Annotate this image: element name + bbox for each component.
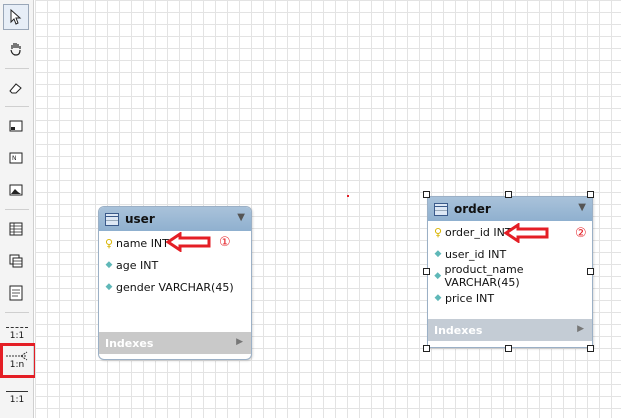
hand-tool[interactable] <box>3 36 29 62</box>
column-product-name[interactable]: ◆ product_name VARCHAR(45) <box>428 263 592 289</box>
stray-dot <box>347 195 349 197</box>
diamond-icon: ◆ <box>434 293 442 303</box>
resize-handle-w[interactable] <box>423 268 430 275</box>
diamond-icon: ◆ <box>105 282 113 292</box>
indexes-section[interactable]: Indexes ▶ <box>428 319 592 341</box>
layer-tool[interactable] <box>3 113 29 139</box>
image-tool[interactable] <box>3 177 29 203</box>
annotation-arrow-1 <box>166 232 211 252</box>
highlight-box <box>0 343 37 378</box>
new-view-icon <box>9 254 23 268</box>
table-icon <box>434 202 448 216</box>
collapse-arrow-icon[interactable]: ▼ <box>578 202 586 213</box>
note-tool[interactable]: N <box>3 145 29 171</box>
relation-1-1-identifying-tool[interactable]: 1:1 <box>3 385 31 411</box>
collapse-arrow-icon[interactable]: ▼ <box>237 212 245 223</box>
entity-user-header[interactable]: user ▼ <box>99 207 251 231</box>
key-icon: ♀ <box>434 225 443 239</box>
resize-handle-nw[interactable] <box>423 191 430 198</box>
new-routine-tool[interactable] <box>3 280 29 306</box>
column-gender[interactable]: ◆ gender VARCHAR(45) <box>99 276 251 298</box>
expand-arrow-icon[interactable]: ▶ <box>577 324 584 334</box>
diamond-icon: ◆ <box>434 271 442 281</box>
resize-handle-e[interactable] <box>587 268 594 275</box>
indexes-label: Indexes <box>105 336 154 350</box>
entity-user[interactable]: user ▼ ♀ name INT ◆ age INT ◆ gender VAR… <box>98 206 252 360</box>
column-user-id[interactable]: ◆ user_id INT <box>428 243 592 265</box>
resize-handle-n[interactable] <box>505 191 512 198</box>
expand-arrow-icon[interactable]: ▶ <box>236 337 243 347</box>
eraser-tool[interactable] <box>3 75 29 101</box>
relation-1-1-identifying-label: 1:1 <box>9 395 25 405</box>
column-age[interactable]: ◆ age INT <box>99 254 251 276</box>
entity-order-header[interactable]: order ▼ <box>428 197 592 221</box>
column-label: product_name VARCHAR(45) <box>444 263 524 289</box>
entity-user-title: user <box>125 212 155 226</box>
svg-text:N: N <box>12 155 17 162</box>
pointer-icon <box>10 9 22 25</box>
image-icon <box>9 184 23 196</box>
annotation-arrow-2 <box>504 223 549 243</box>
indexes-label: Indexes <box>434 323 483 337</box>
column-price[interactable]: ◆ price INT <box>428 287 592 309</box>
resize-handle-ne[interactable] <box>587 191 594 198</box>
column-label: age INT <box>116 258 159 272</box>
entity-order-title: order <box>454 202 491 216</box>
key-icon: ♀ <box>105 236 114 250</box>
resize-handle-sw[interactable] <box>423 345 430 352</box>
entity-order[interactable]: order ▼ ♀ order_id INT ◆ user_id INT ◆ p… <box>427 196 593 348</box>
resize-handle-s[interactable] <box>505 345 512 352</box>
new-table-icon <box>9 222 23 236</box>
note-icon: N <box>9 152 23 164</box>
annotation-marker-1: ① <box>219 235 231 250</box>
table-icon <box>105 212 119 226</box>
column-label: user_id INT <box>445 247 507 261</box>
layer-icon <box>9 120 23 132</box>
indexes-section[interactable]: Indexes ▶ <box>99 332 251 354</box>
annotation-marker-2: ② <box>575 226 587 241</box>
pointer-tool[interactable] <box>3 4 29 30</box>
diamond-icon: ◆ <box>105 260 113 270</box>
new-table-tool[interactable] <box>3 216 29 242</box>
resize-handle-se[interactable] <box>587 345 594 352</box>
hand-icon <box>10 43 21 56</box>
new-view-tool[interactable] <box>3 248 29 274</box>
column-label: price INT <box>445 291 495 305</box>
relation-1-1-label: 1:1 <box>9 331 25 341</box>
new-routine-icon <box>9 285 23 301</box>
column-label: order_id INT <box>445 225 512 239</box>
eraser-icon <box>9 83 22 94</box>
column-label: gender VARCHAR(45) <box>116 280 234 294</box>
diamond-icon: ◆ <box>434 249 442 259</box>
column-label: name INT <box>116 236 169 250</box>
